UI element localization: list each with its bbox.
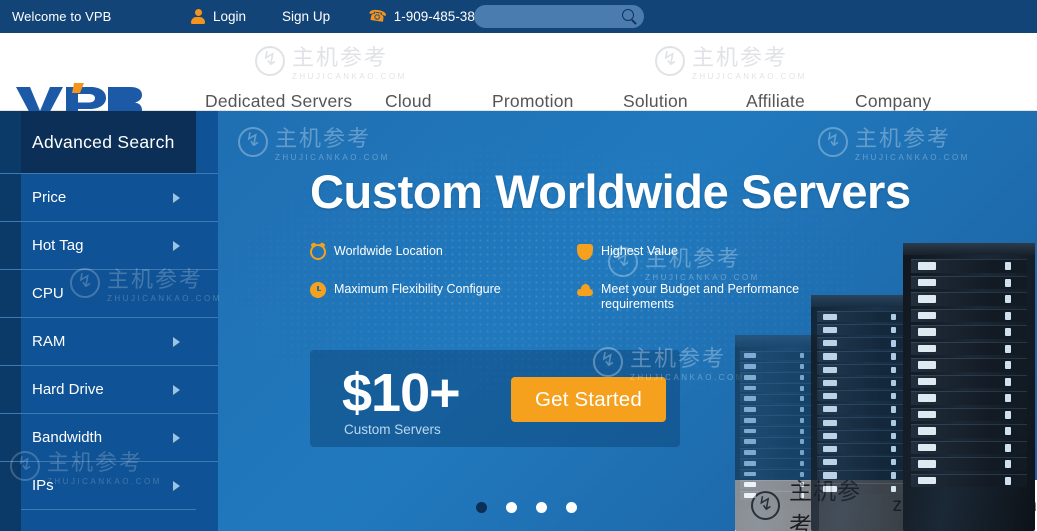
phone-icon: ☎ (366, 6, 388, 27)
sidebar-item-label: CPU (32, 285, 64, 302)
chevron-right-icon (173, 432, 180, 443)
price-caption: Custom Servers (344, 422, 441, 437)
sidebar-title: Advanced Search (0, 111, 218, 173)
nav-item-promotion[interactable]: Promotion (492, 91, 574, 112)
server-racks-image (707, 231, 1037, 531)
sidebar-item-label: Hot Tag (32, 237, 84, 254)
feature-worldwide-location: Worldwide Location (310, 244, 443, 260)
sidebar-item-hot-tag[interactable]: Hot Tag (0, 221, 218, 269)
advanced-search-sidebar: Advanced Search Price Hot Tag CPU RAM Ha… (0, 111, 218, 531)
sidebar-item-label: IPs (32, 477, 54, 494)
get-started-button[interactable]: Get Started (511, 377, 666, 422)
main-navbar: .com Dedicated Servers Cloud Promotion S… (0, 33, 1037, 128)
chevron-right-icon (173, 384, 180, 395)
feature-highest-value: Highest Value (577, 244, 678, 260)
price-panel: $10+ Custom Servers Get Started (310, 350, 680, 447)
shield-icon (577, 244, 593, 260)
search-box[interactable] (474, 5, 644, 28)
feature-label: Worldwide Location (334, 244, 443, 258)
carousel-dot-1[interactable] (476, 502, 487, 513)
sidebar-item-label: Price (32, 189, 67, 206)
sidebar-item-label: Bandwidth (32, 429, 103, 446)
hero-headline: Custom Worldwide Servers (310, 165, 911, 218)
feature-label: Meet your Budget and Performance require… (601, 282, 800, 311)
login-link[interactable]: Login (191, 9, 246, 24)
clock-icon (310, 282, 326, 298)
server-rack-front (903, 243, 1035, 531)
nav-item-company[interactable]: Company (855, 91, 931, 112)
nav-item-cloud[interactable]: Cloud (385, 91, 432, 112)
sidebar-item-price[interactable]: Price (0, 173, 218, 221)
sidebar-item-cpu[interactable]: CPU (0, 269, 218, 317)
feature-label: Maximum Flexibility Configure (334, 282, 501, 296)
sidebar-title-label: Advanced Search (32, 131, 175, 152)
phone-number[interactable]: ☎ 1-909-485-3844 (366, 6, 490, 27)
nav-item-dedicated-servers[interactable]: Dedicated Servers (205, 91, 352, 112)
nav-item-affiliate[interactable]: Affiliate (746, 91, 805, 112)
alarm-clock-icon (310, 244, 326, 260)
person-icon (191, 9, 205, 24)
server-rack-middle (811, 295, 915, 531)
signup-label: Sign Up (282, 9, 331, 24)
cloud-icon (577, 282, 593, 298)
carousel-dots (476, 502, 577, 513)
sidebar-item-partial[interactable] (0, 509, 218, 531)
price-amount: $10+ (342, 363, 461, 423)
sidebar-item-label: RAM (32, 333, 66, 350)
carousel-dot-4[interactable] (566, 502, 577, 513)
signup-link[interactable]: Sign Up (282, 9, 330, 24)
welcome-text: Welcome to VPB (12, 9, 112, 24)
carousel-dot-2[interactable] (506, 502, 517, 513)
page-root: Welcome to VPB Login Sign Up ☎ 1-909-485… (0, 0, 1037, 531)
chevron-right-icon (173, 336, 180, 347)
feature-label: Highest Value (601, 244, 678, 258)
feature-maximum-flexibility: Maximum Flexibility Configure (310, 282, 501, 298)
carousel-dot-3[interactable] (536, 502, 547, 513)
server-rack-back (735, 335, 819, 531)
feature-budget-performance: Meet your Budget and Performance require… (577, 282, 807, 312)
sidebar-item-hard-drive[interactable]: Hard Drive (0, 365, 218, 413)
sidebar-item-ram[interactable]: RAM (0, 317, 218, 365)
login-label: Login (213, 9, 247, 24)
nav-item-solution[interactable]: Solution (623, 91, 688, 112)
search-input[interactable] (484, 6, 624, 27)
sidebar-item-ips[interactable]: IPs (0, 461, 218, 509)
chevron-right-icon (173, 240, 180, 251)
chevron-right-icon (173, 480, 180, 491)
top-bar: Welcome to VPB Login Sign Up ☎ 1-909-485… (0, 0, 1037, 33)
chevron-right-icon (173, 192, 180, 203)
hero-banner: Custom Worldwide Servers Worldwide Locat… (218, 111, 1037, 531)
sidebar-item-bandwidth[interactable]: Bandwidth (0, 413, 218, 461)
search-icon[interactable] (622, 9, 634, 21)
sidebar-item-label: Hard Drive (32, 381, 104, 398)
